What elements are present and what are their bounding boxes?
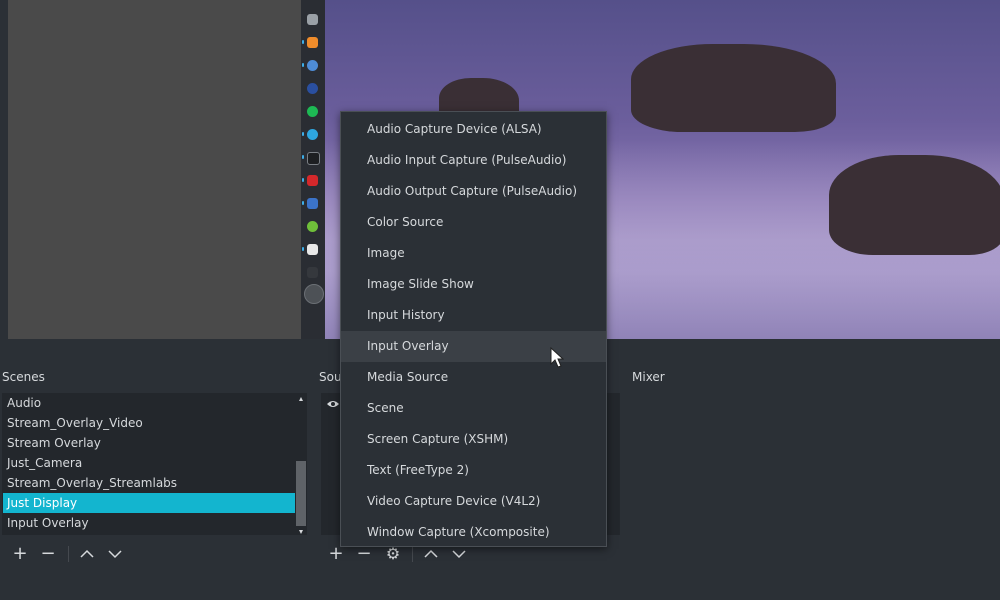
menu-item[interactable]: Scene — [341, 393, 606, 424]
remove-scene-button[interactable]: − — [38, 544, 58, 564]
list-item[interactable]: Stream_Overlay_Video — [3, 413, 295, 433]
list-item[interactable]: Just_Camera — [3, 453, 295, 473]
browser-icon[interactable] — [307, 83, 318, 94]
menu-item[interactable]: Text (FreeType 2) — [341, 455, 606, 486]
list-item[interactable]: Input Overlay — [3, 513, 295, 533]
list-item-selected[interactable]: Just Display — [3, 493, 295, 513]
chevron-down-icon — [452, 550, 466, 559]
add-scene-button[interactable]: + — [10, 544, 30, 564]
running-indicator — [302, 40, 304, 44]
scenes-title: Scenes — [2, 370, 45, 384]
running-indicator — [302, 63, 304, 67]
menu-item[interactable]: Media Source — [341, 362, 606, 393]
add-source-menu[interactable]: Audio Capture Device (ALSA) Audio Input … — [340, 111, 607, 547]
keepass-icon[interactable] — [307, 221, 318, 232]
move-scene-up-button[interactable] — [77, 544, 97, 564]
preview-canvas — [8, 0, 301, 339]
vivaldi-icon[interactable] — [307, 175, 318, 186]
obs-icon[interactable] — [304, 284, 324, 304]
rock-2 — [631, 44, 836, 132]
menu-item[interactable]: Window Capture (Xcomposite) — [341, 517, 606, 548]
sources-title: Sou — [319, 370, 342, 384]
blank-icon[interactable] — [307, 267, 318, 278]
scroll-up-icon[interactable] — [299, 397, 303, 401]
chevron-down-icon — [108, 550, 122, 559]
menu-item[interactable]: Image Slide Show — [341, 269, 606, 300]
menu-item[interactable]: Audio Input Capture (PulseAudio) — [341, 145, 606, 176]
mixer-title: Mixer — [632, 370, 665, 384]
menu-item-hovered[interactable]: Input Overlay — [341, 331, 606, 362]
menu-item[interactable]: Audio Output Capture (PulseAudio) — [341, 176, 606, 207]
toolbar-separator — [412, 546, 413, 562]
chevron-up-icon — [80, 549, 94, 558]
menu-item[interactable]: Input History — [341, 300, 606, 331]
scenes-scroll-thumb[interactable] — [296, 461, 306, 526]
menu-item[interactable]: Video Capture Device (V4L2) — [341, 486, 606, 517]
menu-item[interactable]: Image — [341, 238, 606, 269]
eye-icon[interactable] — [326, 398, 340, 410]
telegram-icon[interactable] — [307, 129, 318, 140]
terminal-icon[interactable] — [307, 152, 320, 165]
running-indicator — [302, 247, 304, 251]
document-icon[interactable] — [307, 244, 318, 255]
scroll-down-icon[interactable] — [299, 530, 303, 534]
list-item[interactable]: Audio — [3, 393, 295, 413]
running-indicator — [302, 201, 304, 205]
list-item[interactable]: Stream_Overlay_Streamlabs — [3, 473, 295, 493]
monitor-icon[interactable] — [307, 14, 318, 25]
menu-item[interactable]: Screen Capture (XSHM) — [341, 424, 606, 455]
spotify-icon[interactable] — [307, 106, 318, 117]
chat-icon[interactable] — [307, 60, 318, 71]
rss-icon[interactable] — [307, 37, 318, 48]
move-scene-down-button[interactable] — [105, 544, 125, 564]
running-indicator — [302, 178, 304, 182]
rock-3 — [829, 155, 1000, 255]
app-dock — [301, 0, 325, 339]
vscode-icon[interactable] — [307, 198, 318, 209]
toolbar-separator — [68, 546, 69, 562]
chevron-up-icon — [424, 549, 438, 558]
list-item[interactable]: Stream Overlay — [3, 433, 295, 453]
running-indicator — [302, 132, 304, 136]
menu-item[interactable]: Color Source — [341, 207, 606, 238]
running-indicator — [302, 155, 304, 159]
mouse-cursor-icon — [550, 347, 564, 368]
menu-item[interactable]: Audio Capture Device (ALSA) — [341, 114, 606, 145]
